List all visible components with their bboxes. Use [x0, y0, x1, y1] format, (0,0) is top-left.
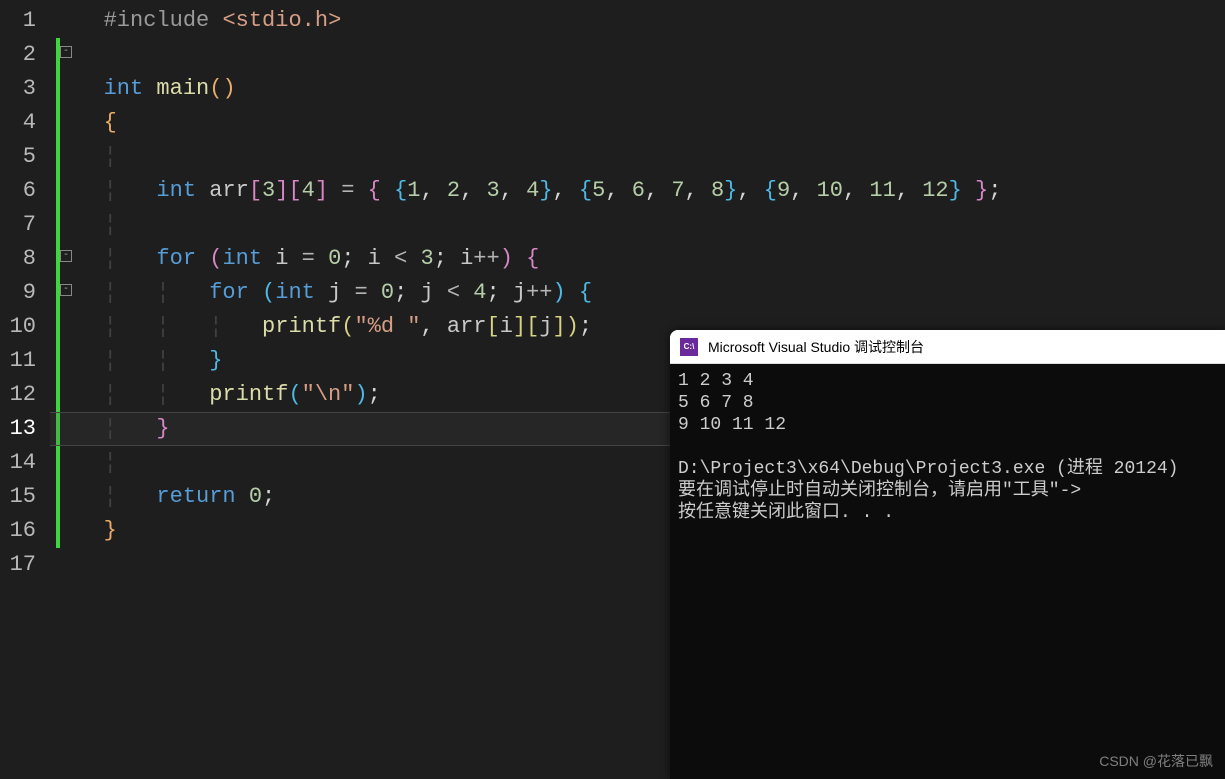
line-number: 9 [0, 276, 36, 310]
code-line [50, 38, 1225, 72]
line-number: 11 [0, 344, 36, 378]
watermark: CSDN @花落已飘 [1099, 751, 1213, 771]
line-number: 14 [0, 446, 36, 480]
console-output-line: 9 10 11 12 [678, 415, 786, 435]
line-number: 3 [0, 72, 36, 106]
line-number-current: 13 [0, 412, 36, 446]
vs-console-icon: C:\ [680, 338, 698, 356]
line-number: 16 [0, 514, 36, 548]
preproc-include: #include [104, 8, 210, 33]
line-number: 8 [0, 242, 36, 276]
console-output-line: 5 6 7 8 [678, 393, 754, 413]
code-line: ¦ for (int i = 0; i < 3; i++) { [50, 242, 1225, 276]
line-number: 4 [0, 106, 36, 140]
console-hint-line: 要在调试停止时自动关闭控制台，请启用"工具"-> [678, 481, 1081, 501]
line-number: 2 [0, 38, 36, 72]
line-number: 10 [0, 310, 36, 344]
line-number: 5 [0, 140, 36, 174]
line-number: 15 [0, 480, 36, 514]
console-title: Microsoft Visual Studio 调试控制台 [708, 337, 924, 357]
code-line: int main() [50, 72, 1225, 106]
console-window[interactable]: C:\ Microsoft Visual Studio 调试控制台 1 2 3 … [670, 330, 1225, 779]
line-number: 1 [0, 4, 36, 38]
console-titlebar[interactable]: C:\ Microsoft Visual Studio 调试控制台 [670, 330, 1225, 364]
code-line: #include <stdio.h> [50, 4, 1225, 38]
code-line: ¦ [50, 140, 1225, 174]
code-line: ¦ ¦ for (int j = 0; j < 4; j++) { [50, 276, 1225, 310]
line-number: 17 [0, 548, 36, 582]
code-line: ¦ int arr[3][4] = { {1, 2, 3, 4}, {5, 6,… [50, 174, 1225, 208]
line-gutter: 1 2 3 4 5 6 7 8 9 10 11 12 13 14 15 16 1… [0, 0, 50, 779]
line-number: 12 [0, 378, 36, 412]
code-line: { [50, 106, 1225, 140]
console-body[interactable]: 1 2 3 4 5 6 7 8 9 10 11 12 D:\Project3\x… [670, 364, 1225, 779]
line-number: 6 [0, 174, 36, 208]
console-path-line: D:\Project3\x64\Debug\Project3.exe (进程 2… [678, 459, 1178, 479]
console-close-line: 按任意键关闭此窗口. . . [678, 503, 894, 523]
console-output-line: 1 2 3 4 [678, 371, 754, 391]
line-number: 7 [0, 208, 36, 242]
code-line: ¦ [50, 208, 1225, 242]
